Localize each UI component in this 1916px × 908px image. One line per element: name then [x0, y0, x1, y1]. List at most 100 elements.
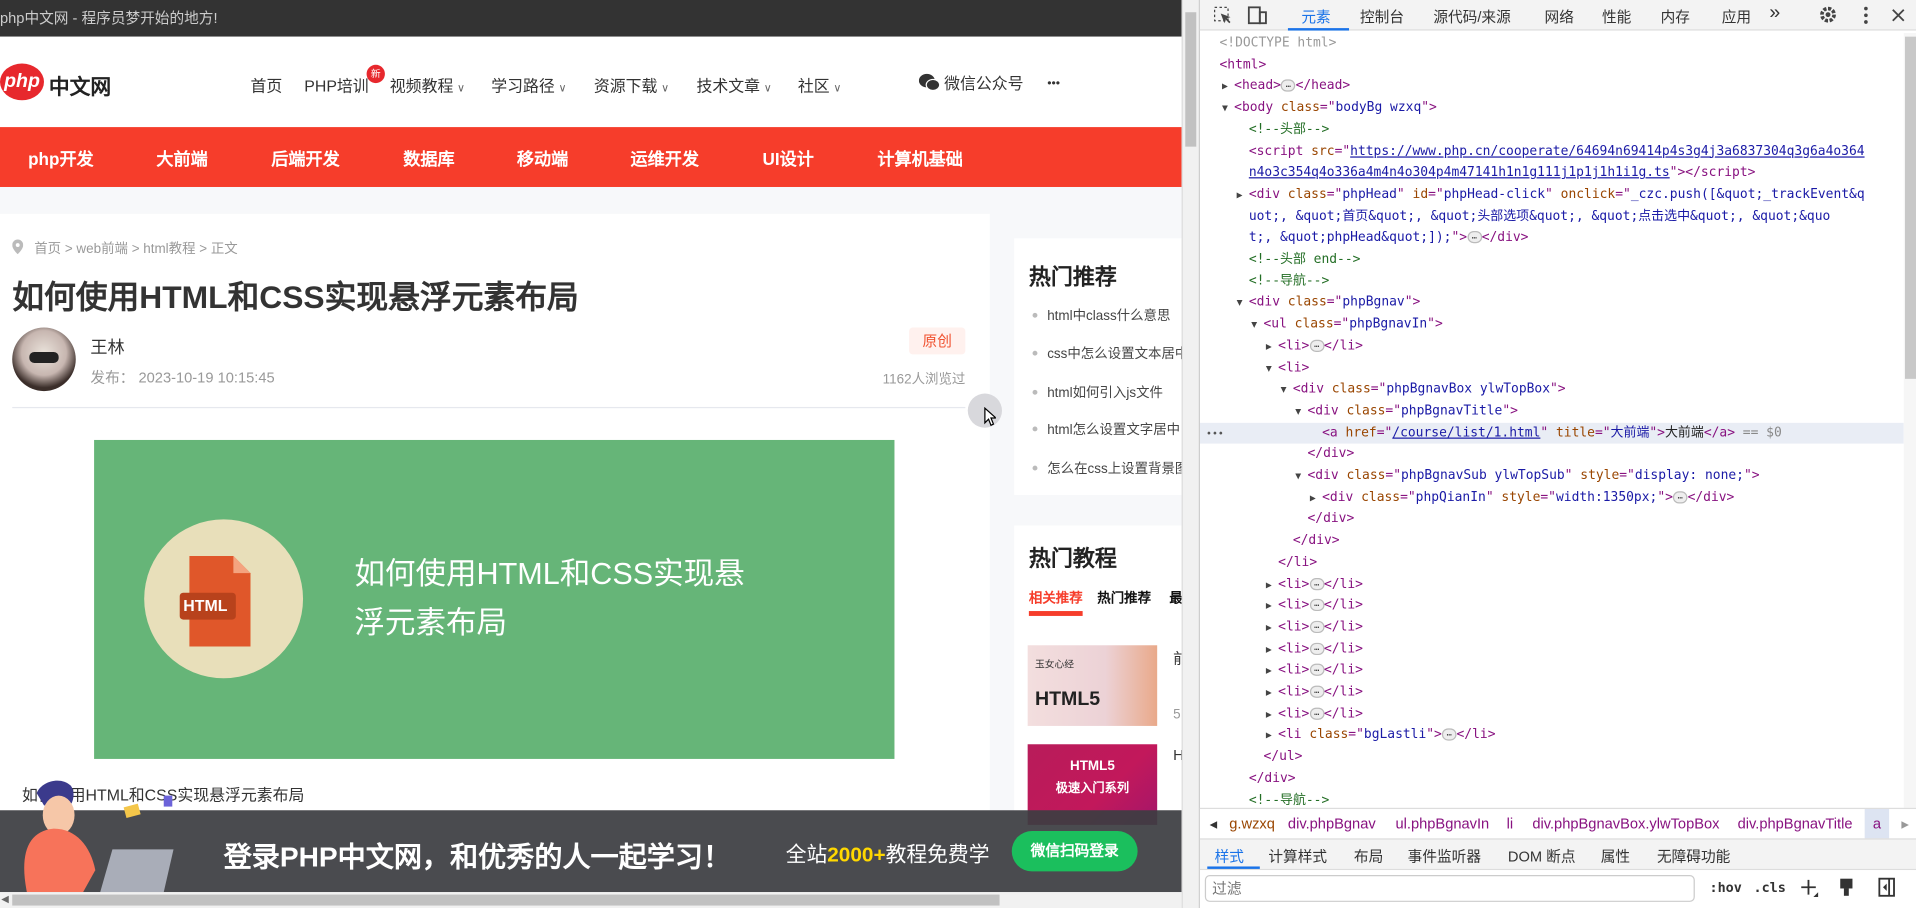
nav-community[interactable]: 社区 ∨: [798, 73, 842, 96]
tutorial-title[interactable]: 前: [1173, 648, 1182, 669]
tab-elements[interactable]: 元素: [1301, 6, 1330, 27]
ellipsis-expand-button[interactable]: …: [1309, 620, 1324, 633]
dom-node[interactable]: <!--头部 end-->: [1200, 249, 1904, 271]
settings-gear-icon[interactable]: [1818, 5, 1838, 25]
dom-node[interactable]: <html>: [1200, 55, 1904, 77]
horizontal-scrollbar[interactable]: ◀: [0, 892, 1182, 908]
dom-node[interactable]: ▶ <li>… </li>: [1200, 639, 1904, 661]
dom-node[interactable]: <!--头部-->: [1200, 120, 1904, 142]
category-item[interactable]: 计算机基础: [877, 147, 963, 171]
tab-styles[interactable]: 样式: [1215, 846, 1244, 867]
styles-filter-input[interactable]: [1204, 875, 1695, 902]
category-item[interactable]: 数据库: [403, 147, 454, 171]
tab-computed[interactable]: 计算样式: [1268, 846, 1327, 867]
more-tabs-button[interactable]: »: [1769, 2, 1780, 24]
dom-node[interactable]: ▼ <div class="phpBgnavSub ylwTopSub" styl…: [1200, 466, 1904, 488]
collapse-arrow-icon[interactable]: ▼: [1237, 293, 1243, 315]
tab-accessibility[interactable]: 无障碍功能: [1657, 846, 1730, 867]
tab-performance[interactable]: 性能: [1602, 6, 1631, 27]
expand-arrow-icon[interactable]: ▶: [1266, 336, 1272, 358]
hov-toggle[interactable]: :hov: [1709, 880, 1741, 896]
dom-node[interactable]: </div>: [1200, 444, 1904, 466]
dom-node[interactable]: ▼ <div class="phpBgnavTitle">: [1200, 401, 1904, 423]
tab-application[interactable]: 应用: [1722, 6, 1751, 27]
expand-arrow-icon[interactable]: ▶: [1266, 639, 1272, 661]
dom-node[interactable]: ▶ <li>… </li>: [1200, 336, 1904, 358]
tab-properties[interactable]: 属性: [1601, 846, 1630, 867]
paint-brush-icon[interactable]: [1839, 877, 1854, 897]
nav-videos[interactable]: 视频教程 ∨: [390, 73, 465, 96]
toggle-sidebar-icon[interactable]: [1878, 877, 1895, 897]
dom-node[interactable]: ▶ <div class="phpHead" id="phpHead-click"…: [1200, 184, 1904, 206]
ellipsis-expand-button[interactable]: …: [1309, 599, 1324, 612]
author-name[interactable]: 王林: [90, 335, 124, 359]
inspect-element-icon[interactable]: [1213, 6, 1231, 24]
tab-related[interactable]: 相关推荐: [1029, 588, 1083, 608]
dom-tree-scrollbar[interactable]: [1903, 32, 1916, 808]
dom-node[interactable]: uot;, &quot;首页&quot;, &quot;头部选项&quot;, …: [1200, 206, 1904, 228]
dom-node[interactable]: ▼ <div class="phpBgnav">: [1200, 293, 1904, 315]
tab-event-listeners[interactable]: 事件监听器: [1408, 846, 1481, 867]
category-item[interactable]: 移动端: [517, 147, 568, 171]
dom-node[interactable]: ▼ <div class="phpBgnavBox ylwTopBox">: [1200, 379, 1904, 401]
dom-node[interactable]: </div>: [1200, 768, 1904, 790]
tutorial-thumbnail[interactable]: 玉女心经 HTML5: [1027, 645, 1158, 726]
crumb-selected[interactable]: a: [1864, 809, 1890, 840]
hot-item[interactable]: html中class什么意思: [1032, 306, 1170, 326]
expand-arrow-icon[interactable]: ▶: [1266, 725, 1272, 747]
page-vertical-scrollbar[interactable]: [1181, 0, 1199, 908]
ellipsis-expand-button[interactable]: …: [1441, 728, 1457, 742]
category-item[interactable]: UI设计: [762, 147, 813, 171]
crumbs-scroll-right-icon[interactable]: ▶: [1901, 809, 1909, 840]
collapse-arrow-icon[interactable]: ▼: [1251, 314, 1257, 336]
nav-downloads[interactable]: 资源下载 ∨: [594, 73, 669, 96]
nav-articles[interactable]: 技术文章 ∨: [697, 73, 772, 96]
collapse-arrow-icon[interactable]: ▼: [1295, 466, 1301, 488]
crumbs-scroll-left-icon[interactable]: ◀: [1206, 809, 1221, 839]
dom-node[interactable]: <!DOCTYPE html>: [1200, 33, 1904, 55]
wechat-login-button[interactable]: 微信扫码登录: [1011, 831, 1138, 872]
dom-node[interactable]: </div>: [1200, 509, 1904, 531]
token-lk[interactable]: n4o3c354q4o336a4m4n4o304p4m47141h1n1g111…: [1249, 165, 1670, 180]
ellipsis-expand-button[interactable]: …: [1672, 490, 1688, 504]
nav-home[interactable]: 首页: [250, 73, 282, 96]
device-toolbar-icon[interactable]: [1247, 6, 1268, 25]
crumb[interactable]: li: [1507, 809, 1514, 840]
tab-layout[interactable]: 布局: [1354, 846, 1383, 867]
author-avatar[interactable]: [12, 327, 76, 392]
expand-arrow-icon[interactable]: ▶: [1237, 184, 1243, 206]
dom-node[interactable]: ▶ <head>… </head>: [1200, 76, 1904, 98]
tutorial-title[interactable]: H: [1173, 747, 1182, 764]
token-lk[interactable]: https://www.php.cn/cooperate/64694n69414…: [1350, 144, 1864, 159]
dom-node[interactable]: ▶ <li>… </li>: [1200, 704, 1904, 726]
crumb[interactable]: ul.phpBgnavIn: [1395, 809, 1489, 840]
cls-toggle[interactable]: .cls: [1753, 880, 1785, 896]
ellipsis-expand-button[interactable]: …: [1280, 79, 1296, 93]
category-item[interactable]: 大前端: [156, 147, 207, 171]
nav-learning-path[interactable]: 学习路径 ∨: [491, 73, 566, 96]
category-item[interactable]: 后端开发: [271, 147, 339, 171]
expand-arrow-icon[interactable]: ▶: [1266, 704, 1272, 726]
ellipsis-expand-button[interactable]: …: [1309, 339, 1324, 352]
dom-tree-scroll-thumb[interactable]: [1905, 36, 1916, 379]
tab-memory[interactable]: 内存: [1661, 6, 1690, 27]
crumb[interactable]: div.phpBgnav: [1288, 809, 1376, 840]
collapse-arrow-icon[interactable]: ▼: [1281, 379, 1287, 401]
crumb[interactable]: div.phpBgnavBox.ylwTopBox: [1532, 809, 1719, 840]
dom-node[interactable]: ▶ <li>… </li>: [1200, 574, 1904, 596]
dom-node[interactable]: </div>: [1200, 531, 1904, 553]
breadcrumb[interactable]: 首页 > web前端 > html教程 > 正文: [34, 238, 238, 258]
dom-node[interactable]: ▶ <li>… </li>: [1200, 617, 1904, 639]
ellipsis-expand-button[interactable]: …: [1467, 231, 1482, 244]
dom-node[interactable]: t;, &quot;phpHead&quot;]);">… </div>: [1200, 228, 1904, 250]
tab-sources[interactable]: 源代码/来源: [1433, 6, 1510, 27]
tab-dom-breakpoints[interactable]: DOM 断点: [1508, 846, 1576, 867]
dom-node[interactable]: n4o3c354q4o336a4m4n4o304p4m47141h1n1g111…: [1200, 163, 1904, 185]
kebab-menu-icon[interactable]: [1863, 6, 1868, 24]
dom-node[interactable]: <!--导航-->: [1200, 271, 1904, 293]
close-icon[interactable]: [1892, 9, 1905, 22]
tab-console[interactable]: 控制台: [1360, 6, 1404, 27]
category-item[interactable]: php开发: [28, 147, 94, 171]
tab-hot[interactable]: 热门推荐: [1097, 588, 1151, 608]
hot-item[interactable]: css中怎么设置文本居中: [1032, 343, 1182, 363]
